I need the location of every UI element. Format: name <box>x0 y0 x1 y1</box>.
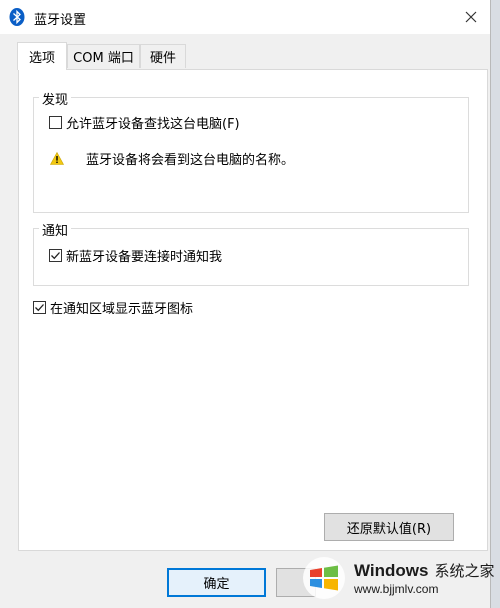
close-icon <box>465 8 477 27</box>
discovery-legend: 发现 <box>39 89 72 108</box>
show-tray-icon-option[interactable]: 在通知区域显示蓝牙图标 <box>33 298 193 317</box>
show-tray-icon-label: 在通知区域显示蓝牙图标 <box>50 302 194 317</box>
watermark-brand-cn: 系统之家 <box>434 563 495 580</box>
warning-text: 蓝牙设备将会看到这台电脑的名称。 <box>86 153 295 168</box>
watermark-url: www.bjjmlv.com <box>354 582 439 596</box>
notify-new-device-label: 新蓝牙设备要连接时通知我 <box>66 250 223 265</box>
warning-icon <box>49 151 65 165</box>
restore-defaults-button[interactable]: 还原默认值(R) <box>324 513 454 541</box>
windows-logo-icon <box>300 556 348 600</box>
notify-legend: 通知 <box>39 220 72 239</box>
watermark: Windows 系统之家 www.bjjmlv.com <box>300 548 500 608</box>
window-title: 蓝牙设置 <box>34 13 87 28</box>
bluetooth-settings-dialog: 蓝牙设置 选项 COM 端口 硬件 发现 允许蓝牙设备查找这台电脑(F) 蓝牙设… <box>0 0 491 608</box>
show-tray-icon-checkbox[interactable] <box>33 301 46 314</box>
ok-button[interactable]: 确定 <box>167 568 266 597</box>
tab-options[interactable]: 选项 <box>17 42 67 70</box>
notify-new-device-option[interactable]: 新蓝牙设备要连接时通知我 <box>49 246 222 265</box>
title-bar: 蓝牙设置 <box>0 0 490 34</box>
ok-label: 确定 <box>203 577 230 592</box>
options-panel: 发现 允许蓝牙设备查找这台电脑(F) 蓝牙设备将会看到这台电脑的名称。 通知 新… <box>18 69 488 551</box>
watermark-brand: Windows <box>354 561 429 580</box>
tab-com-ports[interactable]: COM 端口 <box>67 44 140 68</box>
tab-label: 硬件 <box>149 51 176 66</box>
discovery-warning: 蓝牙设备将会看到这台电脑的名称。 <box>49 149 295 168</box>
notify-new-device-checkbox[interactable] <box>49 249 62 262</box>
tab-label: 选项 <box>28 51 55 66</box>
notify-group: 通知 新蓝牙设备要连接时通知我 <box>33 220 469 286</box>
restore-defaults-label: 还原默认值(R) <box>346 521 432 537</box>
tab-label: COM 端口 <box>73 51 134 66</box>
allow-discovery-checkbox[interactable] <box>49 116 62 129</box>
tab-hardware[interactable]: 硬件 <box>140 44 186 68</box>
close-button[interactable] <box>452 0 490 34</box>
allow-discovery-option[interactable]: 允许蓝牙设备查找这台电脑(F) <box>49 113 240 132</box>
allow-discovery-label: 允许蓝牙设备查找这台电脑(F) <box>66 117 240 132</box>
bluetooth-icon <box>9 8 25 26</box>
discovery-group: 发现 允许蓝牙设备查找这台电脑(F) 蓝牙设备将会看到这台电脑的名称。 <box>33 89 469 213</box>
